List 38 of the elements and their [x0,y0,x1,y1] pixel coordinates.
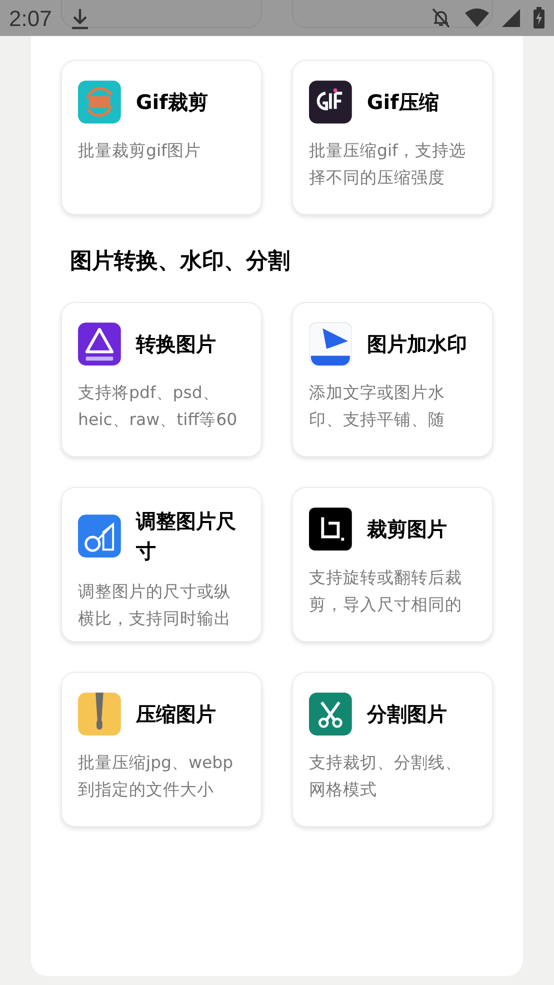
gif-icon [309,80,352,124]
status-time: 2:07 [9,4,52,32]
tool-description: 批量压缩gif，支持选择不同的压缩强度 [309,140,467,189]
tool-title: Gif压缩 [366,89,440,116]
play-icon [309,322,352,366]
signal-icon [502,9,520,27]
tool-description: 支持旋转或翻转后裁剪，导入尺寸相同的 [309,567,463,616]
tool-title: 裁剪图片 [366,516,448,543]
tool-description: 批量压缩jpg、webp到指定的文件大小 [78,752,234,801]
tape-measure-icon [78,514,121,558]
tool-card[interactable]: 压缩图片 批量压缩jpg、webp到指定的文件大小 [61,672,262,827]
tool-title: 转换图片 [136,331,217,358]
wifi-icon [465,8,489,28]
tool-card[interactable]: 分割图片 支持裁切、分割线、网格模式 [292,672,493,827]
tool-description: 批量裁剪gif图片 [78,140,202,162]
tool-description: 支持将pdf、psd、heic、raw、tiff等60 [78,382,238,431]
tool-card[interactable]: 调整图片尺寸 调整图片的尺寸或纵横比，支持同时输出 [61,487,262,642]
tool-title: 压缩图片 [136,701,217,728]
tool-description: 支持裁切、分割线、网格模式 [309,752,463,801]
tool-description: 添加文字或图片水印、支持平铺、随 [309,382,446,431]
tool-title: Gif裁剪 [136,89,209,116]
crop-icon [309,507,352,551]
gif-icon [78,80,121,124]
tool-card[interactable]: 转换图片 支持将pdf、psd、heic、raw、tiff等60 [61,302,262,457]
section-heading: 图片转换、水印、分割 [69,248,291,276]
tool-description: 调整图片的尺寸或纵横比，支持同时输出 [78,581,232,630]
download-icon [71,8,89,30]
scissors-icon [309,692,352,736]
zipper-icon [78,692,121,736]
tool-title: 图片加水印 [366,331,468,358]
tool-card[interactable]: Gif裁剪 批量裁剪gif图片 [61,60,262,215]
tool-card[interactable]: 裁剪图片 支持旋转或翻转后裁剪，导入尺寸相同的 [292,487,493,642]
tool-title: 调整图片尺寸 [136,508,237,565]
battery-icon [533,7,545,29]
tool-title: 分割图片 [366,701,448,728]
tool-card[interactable]: Gif压缩 批量压缩gif，支持选择不同的压缩强度 [292,60,493,215]
tool-card[interactable]: 图片加水印 添加文字或图片水印、支持平铺、随 [292,302,493,457]
notifications-off-icon [430,7,452,29]
